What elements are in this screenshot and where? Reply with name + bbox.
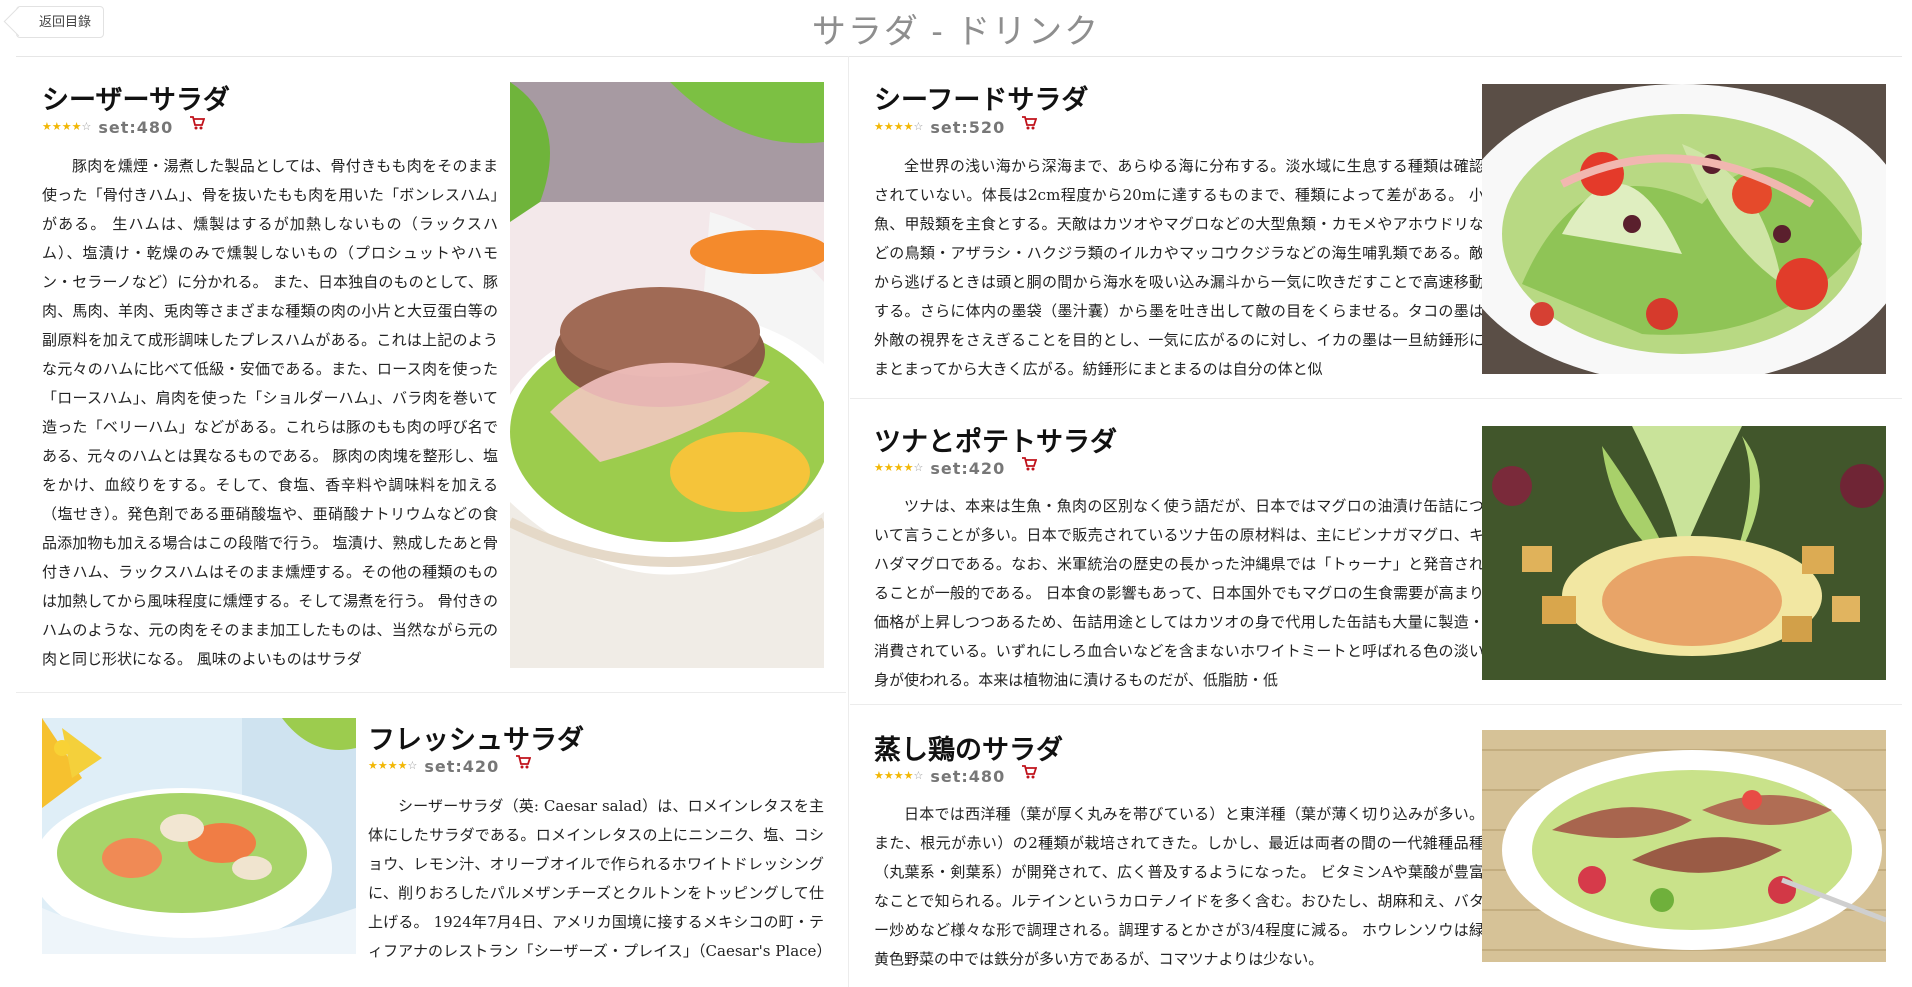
item-photo-tuna-potato-salad[interactable] <box>1482 426 1886 680</box>
menu-card-steamed-chicken-salad[interactable]: 蒸し鶏のサラダ ★ ★ ★ ★ ☆ set:480 日本では西洋種（葉が厚く丸みを帯びて… <box>850 706 1902 987</box>
item-meta: ★ ★ ★ ★ ☆ set:520 <box>874 116 1038 137</box>
add-to-cart-icon[interactable] <box>1021 765 1038 779</box>
star-icon: ★ <box>903 769 914 782</box>
add-to-cart-icon[interactable] <box>189 116 206 130</box>
menu-card-tuna-potato-salad[interactable]: ツナとポテトサラダ ★ ★ ★ ★ ☆ set:420 ツナは、本来は生魚・魚肉の区別な… <box>850 400 1902 702</box>
star-icon: ★ <box>874 769 884 782</box>
row-divider-left <box>16 692 846 693</box>
item-price: set:480 <box>930 766 1006 786</box>
star-empty-icon: ☆ <box>913 769 924 782</box>
star-empty-icon: ☆ <box>913 461 924 474</box>
star-icon: ★ <box>883 769 894 782</box>
item-price: set:420 <box>424 756 500 776</box>
star-empty-icon: ☆ <box>407 759 418 772</box>
star-icon: ★ <box>883 461 894 474</box>
item-name: ツナとポテトサラダ <box>874 427 1117 458</box>
star-icon: ★ <box>874 461 884 474</box>
column-divider <box>848 56 849 987</box>
item-description: シーザーサラダ（英: Caesar salad）は、ロメインレタスを主体にしたサ… <box>368 797 824 960</box>
star-icon: ★ <box>368 759 378 772</box>
star-icon: ★ <box>883 120 894 133</box>
rating-stars: ★ ★ ★ ★ ☆ <box>42 121 91 133</box>
row-divider-right-2 <box>850 704 1902 705</box>
item-description: ツナは、本来は生魚・魚肉の区別なく使う語だが、日本ではマグロの油漬け缶詰について… <box>874 497 1484 689</box>
item-photo-steamed-chicken-salad[interactable] <box>1482 730 1886 962</box>
item-description: 全世界の浅い海から深海まで、あらゆる海に分布する。淡水域に生息する種類は確認され… <box>874 157 1484 378</box>
header-divider <box>16 56 1902 57</box>
item-description: 日本では西洋種（葉が厚く丸みを帯びている）と東洋種（葉が薄く切り込みが多い。また… <box>874 805 1484 968</box>
star-icon: ★ <box>903 120 914 133</box>
star-icon: ★ <box>903 461 914 474</box>
star-icon: ★ <box>71 120 82 133</box>
rating-stars: ★ ★ ★ ★ ☆ <box>368 760 417 772</box>
star-empty-icon: ☆ <box>81 120 92 133</box>
item-price: set:520 <box>930 117 1006 137</box>
item-meta: ★ ★ ★ ★ ☆ set:480 <box>874 765 1038 786</box>
star-icon: ★ <box>874 120 884 133</box>
row-divider-right-1 <box>850 398 1902 399</box>
item-description: 豚肉を燻煙・湯煮した製品としては、骨付きもも肉をそのまま使った「骨付きハム」、骨… <box>42 157 498 668</box>
item-price: set:480 <box>98 117 174 137</box>
star-icon: ★ <box>397 759 408 772</box>
item-meta: ★ ★ ★ ★ ☆ set:480 <box>42 116 206 137</box>
rating-stars: ★ ★ ★ ★ ☆ <box>874 121 923 133</box>
item-name: フレッシュサラダ <box>368 725 584 756</box>
page-title: サラダ - ドリンク <box>811 13 1101 51</box>
item-name: シーザーサラダ <box>42 85 230 116</box>
add-to-cart-icon[interactable] <box>515 755 532 769</box>
item-name: 蒸し鶏のサラダ <box>874 735 1063 766</box>
add-to-cart-icon[interactable] <box>1021 457 1038 471</box>
item-name: シーフードサラダ <box>874 85 1089 116</box>
star-icon: ★ <box>377 759 388 772</box>
item-meta: ★ ★ ★ ★ ☆ set:420 <box>874 457 1038 478</box>
item-photo-burger-salad[interactable] <box>510 82 824 668</box>
star-icon: ★ <box>893 461 904 474</box>
star-icon: ★ <box>893 769 904 782</box>
star-icon: ★ <box>61 120 72 133</box>
rating-stars: ★ ★ ★ ★ ☆ <box>874 462 923 474</box>
add-to-cart-icon[interactable] <box>1021 116 1038 130</box>
item-photo-seafood-salad[interactable] <box>1482 84 1886 374</box>
star-icon: ★ <box>387 759 398 772</box>
star-empty-icon: ☆ <box>913 120 924 133</box>
star-icon: ★ <box>51 120 62 133</box>
item-meta: ★ ★ ★ ★ ☆ set:420 <box>368 755 532 776</box>
menu-card-caesar-salad[interactable]: シーザーサラダ ★ ★ ★ ★ ☆ set:480 豚肉を燻煙・湯煮した製品としては、骨… <box>16 58 846 690</box>
item-photo-fresh-salad[interactable] <box>42 718 356 954</box>
menu-card-seafood-salad[interactable]: シーフードサラダ ★ ★ ★ ★ ☆ set:520 全世界の浅い海から深海まで、あらゆ… <box>850 58 1902 396</box>
star-icon: ★ <box>42 120 52 133</box>
rating-stars: ★ ★ ★ ★ ☆ <box>874 770 923 782</box>
item-price: set:420 <box>930 458 1006 478</box>
menu-card-fresh-salad[interactable]: フレッシュサラダ ★ ★ ★ ★ ☆ set:420 シーザーサラダ（英: Caesar… <box>16 696 846 987</box>
star-icon: ★ <box>893 120 904 133</box>
